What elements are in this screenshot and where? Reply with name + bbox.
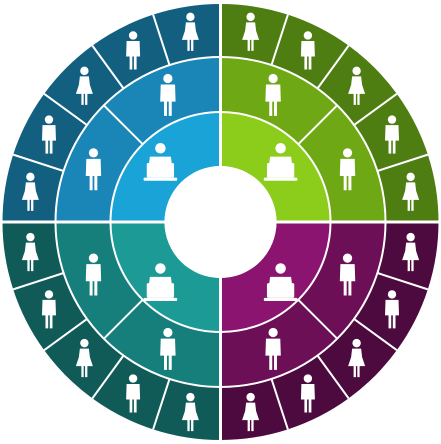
org-wheel-svg xyxy=(0,2,441,442)
org-wheel-diagram xyxy=(0,0,441,444)
center-hub xyxy=(164,166,277,278)
